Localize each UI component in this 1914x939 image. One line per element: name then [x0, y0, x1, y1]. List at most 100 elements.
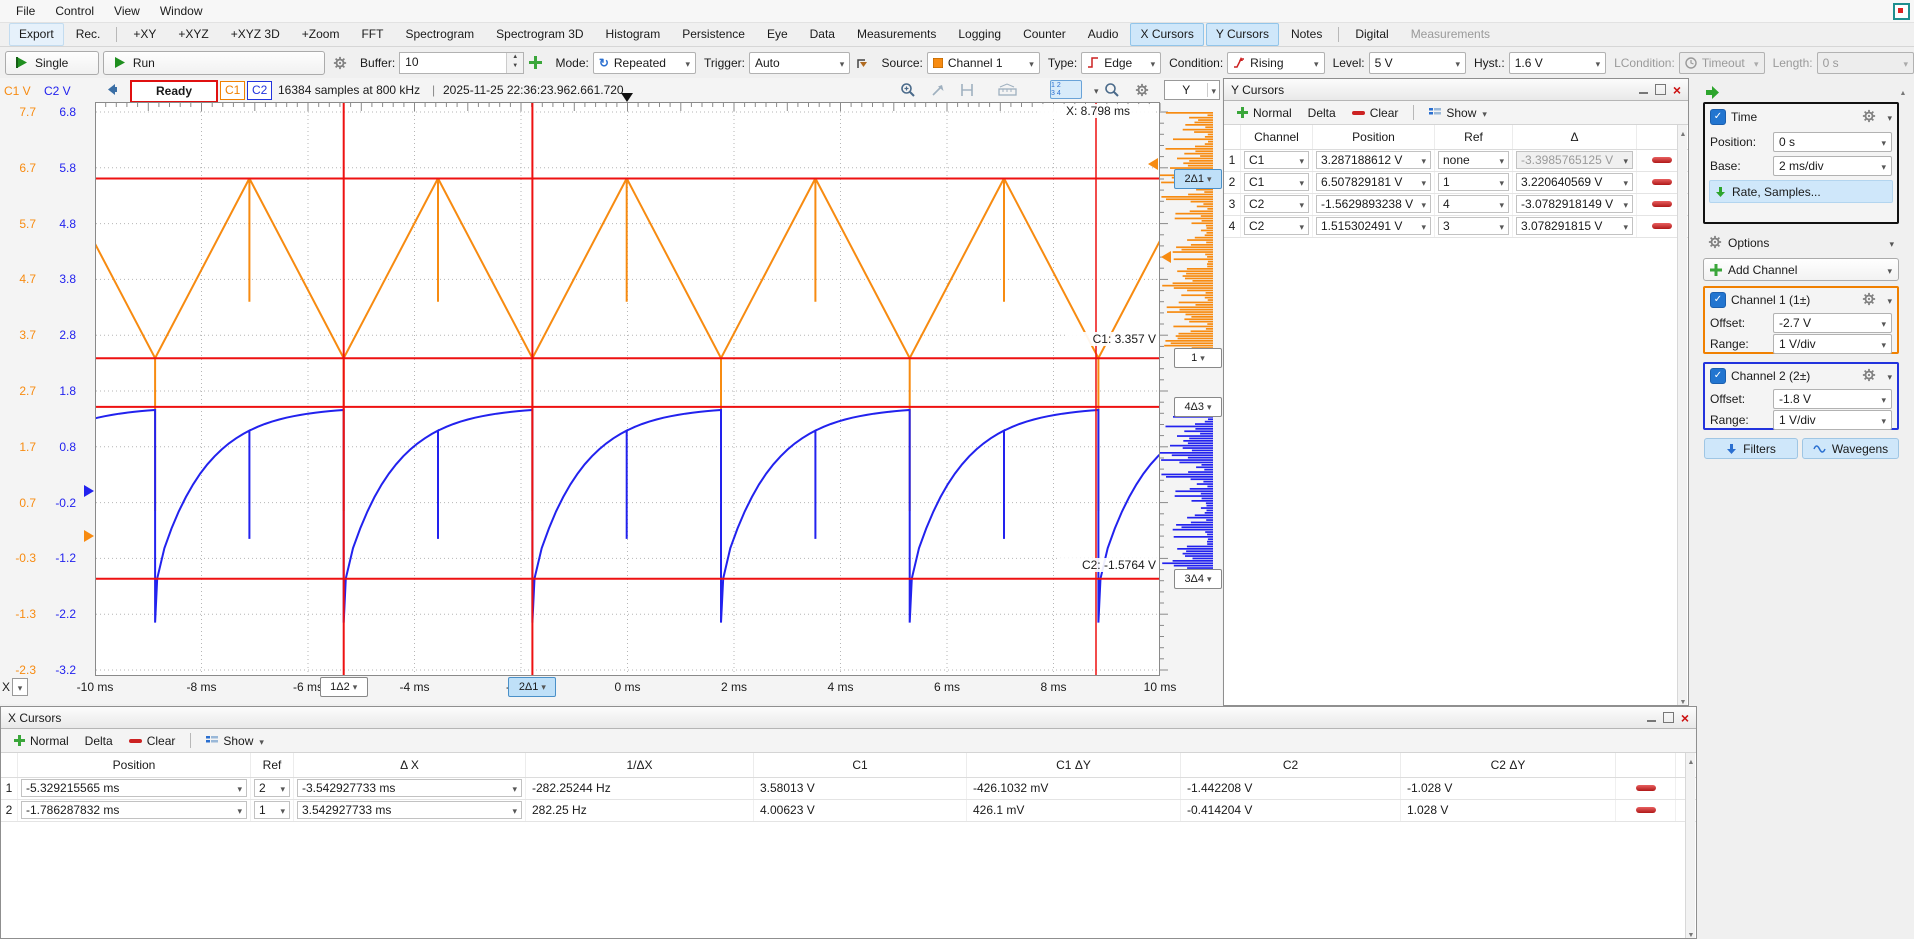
y-show-button[interactable]: Show — [1423, 103, 1493, 123]
x-show-button[interactable]: Show — [200, 731, 270, 751]
tab-data[interactable]: Data — [800, 23, 845, 46]
trigger-source-icon[interactable] — [850, 53, 873, 73]
tab-spectrogram-3d[interactable]: Spectrogram 3D — [486, 23, 593, 46]
c1-badge[interactable]: C1 — [220, 81, 245, 100]
channel-select[interactable]: C2 — [1244, 195, 1309, 213]
filters-button[interactable]: Filters — [1704, 438, 1798, 459]
delta-select[interactable]: -3.0782918149 V — [1516, 195, 1633, 213]
remove-cursor-button[interactable] — [1652, 223, 1672, 229]
ruler-icon[interactable] — [996, 80, 1020, 100]
scroll-down-icon[interactable] — [1678, 693, 1688, 705]
ref-select[interactable]: 4 — [1438, 195, 1509, 213]
tab-audio[interactable]: Audio — [1078, 23, 1129, 46]
menu-control[interactable]: Control — [45, 0, 104, 22]
tab--xy[interactable]: +XY — [123, 23, 166, 46]
x-add-normal-button[interactable]: Normal — [8, 731, 75, 751]
buffer-input[interactable]: 10 — [399, 52, 524, 74]
ref-select[interactable]: none — [1438, 151, 1509, 169]
trigger-position-marker[interactable] — [621, 93, 633, 102]
channel1-offset-select[interactable]: -2.7 V — [1773, 313, 1892, 333]
delta-x-select[interactable]: 3.542927733 ms — [297, 801, 522, 819]
tab-measurements[interactable]: Measurements — [1401, 23, 1500, 46]
remove-cursor-button[interactable] — [1636, 785, 1656, 791]
trigger-select[interactable]: Auto — [749, 52, 850, 74]
level-select[interactable]: 5 V — [1369, 52, 1466, 74]
time-gear-icon[interactable] — [1862, 109, 1876, 126]
plot-settings-gear[interactable] — [1130, 80, 1154, 100]
maximize-icon[interactable] — [1655, 84, 1666, 95]
channel1-range-select[interactable]: 1 V/div — [1773, 334, 1892, 354]
app-tray-icon[interactable] — [1893, 3, 1910, 20]
y-cursor-handle-3Δ4[interactable]: 3Δ4 — [1174, 569, 1222, 589]
zoom-icon[interactable] — [1100, 80, 1124, 100]
position-select[interactable]: 6.507829181 V — [1316, 173, 1431, 191]
position-select[interactable]: -1.786287832 ms — [21, 801, 247, 819]
scope-plot[interactable] — [95, 102, 1222, 676]
c1-ground-marker[interactable] — [84, 530, 94, 542]
channel-select[interactable]: C2 — [1244, 217, 1309, 235]
tab-export[interactable]: Export — [9, 23, 64, 46]
tab--xyz[interactable]: +XYZ — [168, 23, 218, 46]
delta-select[interactable]: 3.078291815 V — [1516, 217, 1633, 235]
remove-cursor-button[interactable] — [1652, 179, 1672, 185]
grid-options-caret[interactable] — [1094, 86, 1099, 97]
maximize-icon[interactable] — [1663, 712, 1674, 723]
trigger-level-marker[interactable] — [1161, 251, 1171, 263]
options-row[interactable]: Options — [1703, 232, 1899, 254]
buffer-spin-buttons[interactable] — [506, 53, 523, 73]
tab-eye[interactable]: Eye — [757, 23, 798, 46]
tab-measurements[interactable]: Measurements — [847, 23, 946, 46]
y-panel-scrollbar[interactable] — [1677, 125, 1687, 705]
x-axis-select[interactable]: X — [2, 678, 28, 696]
menu-window[interactable]: Window — [150, 0, 213, 22]
rate-samples-button[interactable]: Rate, Samples... — [1709, 180, 1893, 203]
c1-cursor-marker[interactable] — [1148, 158, 1158, 170]
channel-select[interactable]: C1 — [1244, 151, 1309, 169]
condition-select[interactable]: Rising — [1227, 52, 1324, 74]
mode-select[interactable]: ↻ Repeated — [593, 52, 696, 74]
x-axis-caret[interactable] — [12, 678, 28, 696]
menu-view[interactable]: View — [104, 0, 150, 22]
ref-select[interactable]: 1 — [1438, 173, 1509, 191]
y-cursor-handle-2Δ1[interactable]: 2Δ1 — [1174, 169, 1222, 189]
spin-down-icon[interactable] — [507, 63, 523, 73]
time-position-select[interactable]: 0 s — [1773, 132, 1892, 152]
back-arrow-icon[interactable] — [104, 82, 119, 97]
time-base-select[interactable]: 2 ms/div — [1773, 156, 1892, 176]
y-axis-select[interactable]: Y — [1164, 80, 1220, 100]
channel2-gear-icon[interactable] — [1862, 368, 1876, 385]
ref-select[interactable]: 2 — [254, 779, 290, 797]
ref-select[interactable]: 1 — [254, 801, 290, 819]
scroll-down-icon[interactable] — [1686, 926, 1696, 938]
x-cursor-handle-1Δ2[interactable]: 1Δ2 — [320, 677, 368, 697]
tab-x-cursors[interactable]: X Cursors — [1130, 23, 1203, 46]
tab-logging[interactable]: Logging — [948, 23, 1011, 46]
position-select[interactable]: -1.5629893238 V — [1316, 195, 1431, 213]
c2-badge[interactable]: C2 — [247, 81, 272, 100]
pointer-icon[interactable] — [926, 80, 950, 100]
tab-persistence[interactable]: Persistence — [672, 23, 755, 46]
spin-up-icon[interactable] — [507, 53, 523, 63]
tab-spectrogram[interactable]: Spectrogram — [395, 23, 484, 46]
collapse-sidebar-arrow[interactable] — [1704, 85, 1721, 100]
y-add-delta-button[interactable]: Delta — [1302, 103, 1342, 123]
channel2-offset-select[interactable]: -1.8 V — [1773, 389, 1892, 409]
sidebar-scroll-up[interactable] — [1898, 84, 1908, 96]
channel2-range-select[interactable]: 1 V/div — [1773, 410, 1892, 430]
horizontal-marker-icon[interactable] — [956, 80, 980, 100]
remove-cursor-button[interactable] — [1636, 807, 1656, 813]
source-select[interactable]: Channel 1 — [927, 52, 1040, 74]
add-channel-button[interactable]: Add Channel — [1703, 258, 1899, 281]
tab-counter[interactable]: Counter — [1013, 23, 1076, 46]
hysteresis-select[interactable]: 1.6 V — [1509, 52, 1606, 74]
y-cursor-handle-4Δ3[interactable]: 4Δ3 — [1174, 397, 1222, 417]
tab-notes[interactable]: Notes — [1281, 23, 1332, 46]
x-cursors-titlebar[interactable]: X Cursors — [1, 707, 1696, 729]
time-checkbox[interactable] — [1710, 109, 1726, 125]
x-panel-scrollbar[interactable] — [1685, 753, 1695, 938]
position-select[interactable]: -5.329215565 ms — [21, 779, 247, 797]
length-select[interactable]: 0 s — [1817, 52, 1914, 74]
delta-x-select[interactable]: -3.542927733 ms — [297, 779, 522, 797]
x-cursor-handle-2Δ1[interactable]: 2Δ1 — [508, 677, 556, 697]
y-clear-button[interactable]: Clear — [1346, 103, 1405, 123]
